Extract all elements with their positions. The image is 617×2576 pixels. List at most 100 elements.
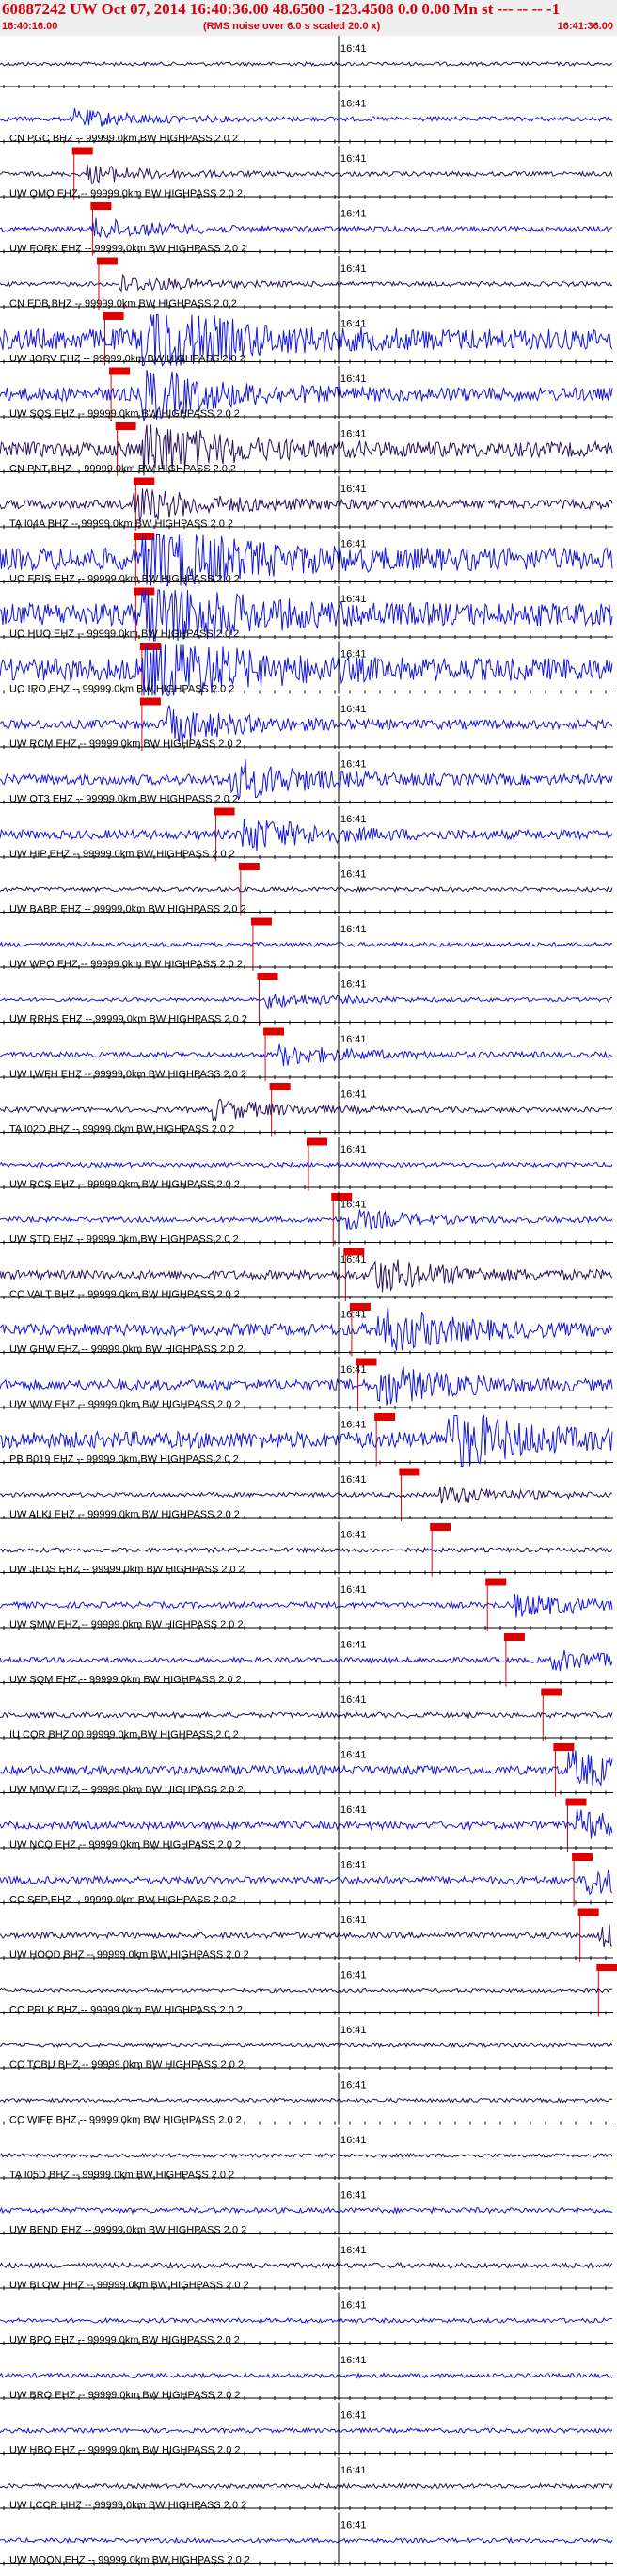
station-label: UW MBW EHZ -- 99999.0km BW HIGHPASS 2.0 … — [9, 1785, 244, 1796]
station-label: UW SQS EHZ -- 99999.0km BW HIGHPASS 2.0 … — [9, 408, 240, 420]
time-marker-label: 16:41 — [340, 43, 367, 55]
station-label: UW BRO EHZ -- 99999.0km BW HIGHPASS 2.0 … — [9, 2390, 241, 2401]
waveform-trace — [0, 1161, 613, 1169]
time-marker-label: 16:41 — [340, 99, 367, 110]
phase-pick-flag — [139, 643, 161, 650]
station-label: UW ALKI EHZ -- 99999.0km BW HIGHPASS 2.0… — [9, 1509, 240, 1520]
time-marker-label: 16:41 — [340, 924, 367, 935]
phase-pick-flag — [307, 1137, 327, 1146]
phase-pick-flag — [374, 1413, 396, 1421]
phase-pick-flag — [596, 1964, 617, 1971]
phase-pick-flag — [115, 422, 136, 430]
waveform-trace — [0, 1808, 613, 1839]
station-label: UW RCS EHZ -- 99999.0km BW HIGHPASS 2.0 … — [9, 1179, 240, 1190]
waveform-trace — [0, 1750, 613, 1787]
station-label: UW FORK EHZ -- 99999.0km BW HIGHPASS 2.0… — [9, 244, 246, 255]
time-marker-label: 16:41 — [340, 2080, 367, 2091]
time-marker-label: 16:41 — [340, 1640, 367, 1651]
phase-pick-flag — [503, 1633, 525, 1641]
time-marker-label: 16:41 — [340, 1970, 367, 1981]
phase-pick-flag — [134, 533, 155, 540]
station-label: UW BEND EHZ -- 99999.0km BW HIGHPASS 2.0… — [9, 2225, 246, 2236]
time-marker-label: 16:41 — [340, 979, 367, 991]
time-marker-label: 16:41 — [340, 2025, 367, 2036]
waveform-trace — [0, 2042, 613, 2049]
waveform-trace — [0, 885, 613, 894]
time-marker-label: 16:41 — [340, 2300, 367, 2312]
station-label: CC TCBU BHZ -- 99999.0km BW HIGHPASS 2.0… — [9, 2059, 244, 2071]
phase-pick-flag — [214, 807, 235, 816]
station-label: UW OMO EHZ -- 99999.0km BW HIGHPASS 2.0 … — [9, 188, 243, 199]
time-marker-label: 16:41 — [340, 594, 367, 605]
station-label: TA I04A BHZ -- 99999.0km BW HIGHPASS 2.0… — [9, 518, 233, 530]
time-marker-label: 16:41 — [340, 484, 367, 495]
waveform-trace — [0, 108, 613, 127]
station-label: TA I05D BHZ -- 99999.0km BW HIGHPASS 2.0… — [9, 2170, 234, 2181]
time-marker-label: 16:41 — [340, 649, 367, 660]
station-label: UO IRO EHZ -- 99999.0km BW HIGHPASS 2.0 … — [9, 684, 234, 695]
station-label: CC WIFE BHZ -- 99999.0km BW HIGHPASS 2.0… — [9, 2115, 242, 2126]
waveform-trace — [0, 1043, 613, 1067]
time-marker-label: 16:41 — [340, 1089, 367, 1101]
time-marker-label: 16:41 — [340, 2190, 367, 2202]
waveform-trace — [0, 1870, 613, 1896]
station-label: UW STD EHZ -- 99999.0km BW HIGHPASS 2.0 … — [9, 1234, 239, 1246]
station-label: UW RRHS EHZ -- 99999.0km BW HIGHPASS 2.0… — [9, 1014, 247, 1026]
time-marker-label: 16:41 — [340, 2245, 367, 2256]
time-marker-label: 16:41 — [340, 1860, 367, 1871]
phase-pick-flag — [269, 1083, 291, 1090]
waveform-trace — [0, 164, 613, 184]
time-marker-label: 16:41 — [340, 2465, 367, 2476]
station-label: UW LCCR HHZ -- 99999.0km BW HIGHPASS 2.0… — [9, 2500, 246, 2511]
waveform-trace — [0, 1593, 613, 1618]
phase-pick-flag — [96, 257, 118, 265]
waveform-trace — [0, 1486, 613, 1503]
waveform-trace — [0, 1259, 613, 1293]
waveform-trace — [0, 2482, 613, 2489]
waveform-trace — [0, 2316, 613, 2325]
station-label: UW HIP EHZ -- 99999.0km BW HIGHPASS 2.0 … — [9, 849, 235, 860]
station-label: CC SEP EHZ -- 99999.0km BW HIGHPASS 2.0 … — [9, 1895, 236, 1906]
phase-pick-flag — [565, 1798, 587, 1806]
station-label: CC PRLK BHZ -- 99999.0km BW HIGHPASS 2.0… — [9, 2005, 243, 2016]
phase-pick-flag — [139, 697, 161, 706]
station-label: UO HUO EHZ -- 99999.0km BW HIGHPASS 2.0 … — [9, 628, 239, 640]
phase-pick-flag — [541, 1688, 562, 1696]
waveform-trace — [0, 1209, 613, 1230]
phase-pick-flag — [71, 147, 93, 155]
time-marker-label: 16:41 — [340, 1474, 367, 1486]
phase-pick-flag — [572, 1853, 593, 1861]
station-label: UW OT3 EHZ -- 99999.0km BW HIGHPASS 2.0 … — [9, 794, 238, 805]
station-label: UW WIW EHZ -- 99999.0km BW HIGHPASS 2.0 … — [9, 1399, 241, 1410]
time-marker-label: 16:41 — [340, 374, 367, 385]
phase-pick-flag — [238, 863, 260, 870]
time-marker-label: 16:41 — [340, 1254, 367, 1265]
time-marker-label: 16:41 — [340, 814, 367, 825]
station-label: UW GHW EHZ -- 99999.0km BW HIGHPASS 2.0 … — [9, 1344, 244, 1356]
time-marker-label: 16:41 — [340, 1364, 367, 1375]
phase-pick-flag — [485, 1578, 507, 1586]
header-bar: 60887242 UW Oct 07, 2014 16:40:36.00 48.… — [0, 0, 617, 36]
time-marker-label: 16:41 — [340, 2135, 367, 2146]
waveform-trace — [0, 2152, 613, 2159]
time-marker-label: 16:41 — [340, 869, 367, 881]
phase-pick-flag — [109, 367, 131, 375]
time-marker-label: 16:41 — [340, 1144, 367, 1155]
phase-pick-flag — [134, 477, 155, 485]
waveform-trace — [0, 61, 613, 68]
station-label: CN PNT BHZ -- 99999.0km BW HIGHPASS 2.0 … — [9, 464, 236, 475]
time-marker-label: 16:41 — [340, 2520, 367, 2532]
waveform-trace — [0, 2206, 613, 2215]
phase-pick-flag — [399, 1468, 420, 1476]
waveform-trace — [0, 994, 613, 1010]
time-marker-label: 16:41 — [340, 153, 367, 165]
time-marker-label: 16:41 — [340, 1034, 367, 1045]
station-label: UW BLOW HHZ -- 99999.0km BW HIGHPASS 2.0… — [9, 2280, 249, 2291]
station-label: UW JORV EHZ -- 99999.0km BW HIGHPASS 2.0… — [9, 354, 245, 365]
waveform-trace — [0, 487, 613, 522]
waveform-trace — [0, 2536, 613, 2545]
time-marker-label: 16:41 — [340, 759, 367, 771]
time-marker-label: 16:41 — [340, 429, 367, 440]
waveform-trace — [0, 1546, 613, 1554]
waveform-trace — [0, 1924, 613, 1948]
